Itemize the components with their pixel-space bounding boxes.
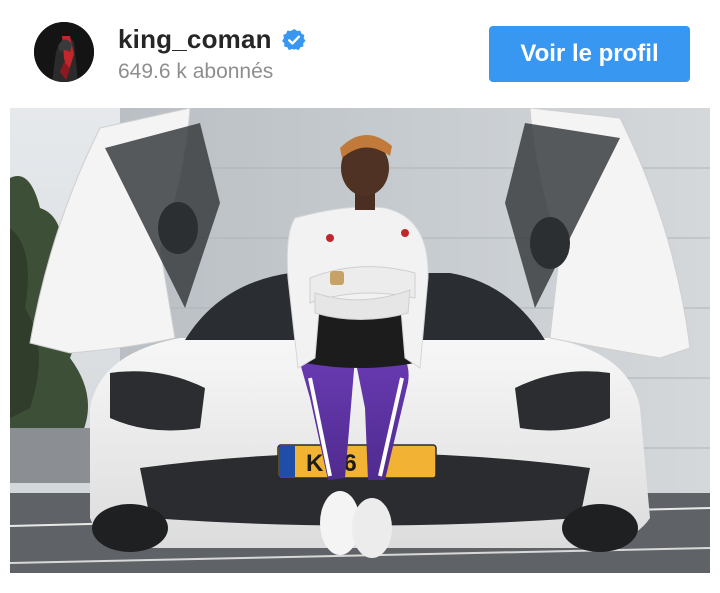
post-image: K 96 [10,108,710,573]
post-photo[interactable]: K 96 [10,108,710,573]
view-profile-button[interactable]: Voir le profil [489,26,690,82]
profile-header: king_coman 649.6 k abonnés Voir le profi… [0,0,720,108]
username-row: king_coman [118,24,306,55]
avatar-image [34,22,94,82]
follower-count: 649.6 k abonnés [118,60,274,83]
username[interactable]: king_coman [118,24,272,55]
instagram-embed-card: king_coman 649.6 k abonnés Voir le profi… [0,0,720,593]
verified-check-icon [281,28,306,50]
avatar[interactable] [34,22,94,82]
